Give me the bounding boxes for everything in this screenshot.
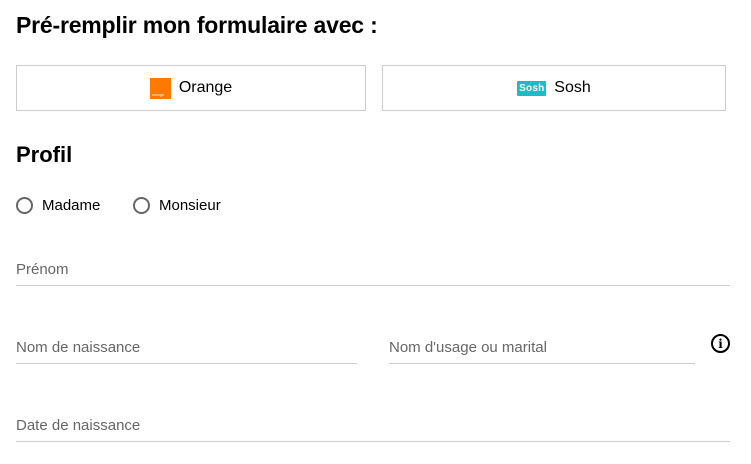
radio-unchecked-icon[interactable]	[133, 196, 150, 214]
civility-label-monsieur: Monsieur	[159, 196, 221, 214]
prefill-sosh-label: Sosh	[554, 79, 591, 96]
info-icon[interactable]: i	[711, 334, 730, 353]
orange-logo-text: orange	[151, 91, 165, 97]
nom-naissance-input[interactable]	[16, 334, 357, 360]
prefill-orange-button[interactable]: orange Orange	[16, 65, 366, 111]
radio-unchecked-icon[interactable]	[16, 196, 33, 214]
profile-section-title: Profil	[16, 142, 73, 167]
prefill-sosh-button[interactable]: Sosh Sosh	[382, 65, 726, 111]
prefill-orange-label: Orange	[178, 79, 233, 96]
date-naissance-input[interactable]	[16, 412, 730, 438]
nom-usage-field-wrapper	[389, 334, 695, 364]
civility-option-monsieur[interactable]: Monsieur	[133, 194, 221, 216]
prenom-field-wrapper	[16, 256, 730, 286]
nom-naissance-field-wrapper	[16, 334, 357, 364]
orange-logo-icon: orange	[149, 77, 171, 99]
sosh-logo-icon: Sosh	[517, 80, 547, 96]
prenom-input[interactable]	[16, 256, 730, 282]
nom-usage-input[interactable]	[389, 334, 695, 360]
prefill-title: Pré-remplir mon formulaire avec :	[16, 12, 378, 38]
civility-option-madame[interactable]: Madame	[16, 194, 100, 216]
civility-label-madame: Madame	[42, 196, 101, 214]
date-naissance-field-wrapper	[16, 412, 730, 442]
